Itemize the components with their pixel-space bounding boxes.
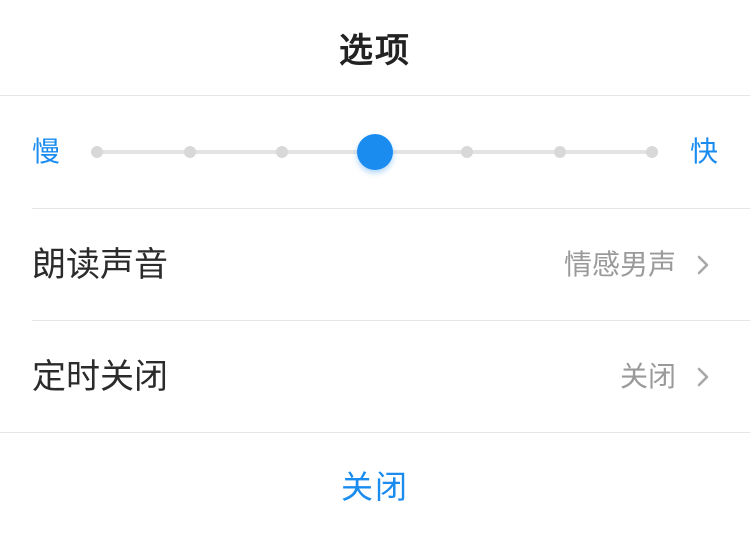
speed-slider-thumb[interactable]	[356, 134, 393, 170]
option-row-timer-close[interactable]: 定时关闭 关闭	[0, 321, 750, 433]
reading-voice-value: 情感男声	[563, 248, 676, 281]
speed-step-dot[interactable]	[183, 146, 196, 158]
timer-close-label: 定时关闭	[32, 357, 168, 397]
timer-close-value: 关闭	[619, 360, 676, 393]
speed-step-dot[interactable]	[646, 146, 658, 158]
options-sheet: 选项 慢 快 朗读声音 情感男声 定时关闭 关闭 关闭	[0, 0, 750, 536]
speed-slow-label: 慢	[32, 135, 61, 168]
speed-step-dot[interactable]	[91, 146, 103, 158]
speed-step-dot[interactable]	[553, 146, 566, 158]
sheet-title: 选项	[339, 31, 411, 71]
speed-fast-label: 快	[689, 135, 718, 168]
reading-speed-row: 慢 快	[0, 96, 750, 208]
option-row-reading-voice[interactable]: 朗读声音 情感男声	[0, 209, 750, 321]
chevron-right-icon	[697, 255, 709, 275]
speed-step-dot[interactable]	[276, 146, 288, 158]
close-button[interactable]: 关闭	[0, 433, 750, 536]
reading-voice-label: 朗读声音	[32, 245, 168, 285]
speed-step-dot[interactable]	[461, 146, 473, 158]
chevron-right-icon	[697, 367, 709, 387]
sheet-header: 选项	[0, 0, 750, 96]
speed-slider[interactable]	[91, 96, 658, 208]
